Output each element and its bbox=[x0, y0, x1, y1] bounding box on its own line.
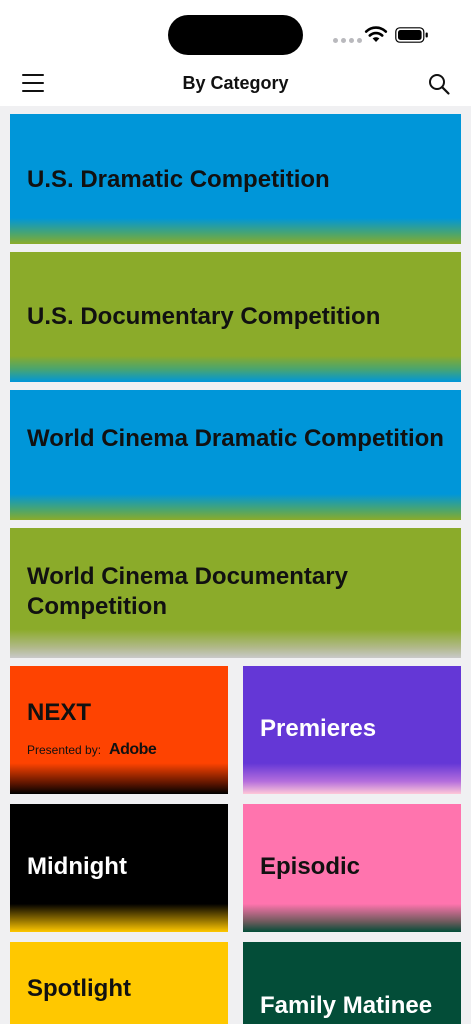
page-title: By Category bbox=[182, 73, 289, 93]
category-label: Midnight bbox=[27, 853, 127, 880]
sponsor-line: Presented by: Adobe bbox=[27, 741, 157, 759]
category-spotlight[interactable]: Spotlight bbox=[10, 942, 228, 1024]
category-label: Family Matinee bbox=[260, 992, 433, 1019]
category-next[interactable]: NEXT Presented by: Adobe bbox=[10, 666, 228, 794]
category-us-dramatic-competition[interactable]: U.S. Dramatic Competition bbox=[10, 114, 461, 244]
category-premieres[interactable]: Premieres bbox=[243, 666, 461, 794]
category-label: U.S. Documentary Competition bbox=[27, 303, 381, 330]
dynamic-island bbox=[168, 15, 303, 55]
category-label: Premieres bbox=[260, 715, 377, 742]
search-icon[interactable] bbox=[427, 72, 451, 96]
category-label: NEXT bbox=[27, 699, 92, 726]
category-label: World Cinema Dramatic Competition bbox=[27, 425, 444, 452]
category-us-documentary-competition[interactable]: U.S. Documentary Competition bbox=[10, 252, 461, 382]
category-midnight[interactable]: Midnight bbox=[10, 804, 228, 932]
category-label: U.S. Dramatic Competition bbox=[27, 166, 330, 193]
category-episodic[interactable]: Episodic bbox=[243, 804, 461, 932]
category-label: World Cinema Documentary Competition bbox=[27, 563, 348, 620]
wifi-icon bbox=[364, 26, 388, 42]
adobe-logo: Adobe bbox=[109, 741, 157, 758]
cellular-signal-icon bbox=[333, 38, 362, 43]
status-bar bbox=[0, 0, 471, 60]
category-world-cinema-documentary-competition[interactable]: World Cinema Documentary Competition bbox=[10, 528, 461, 658]
category-label: Episodic bbox=[260, 853, 361, 880]
category-label: Spotlight bbox=[27, 975, 131, 1002]
category-family-matinee[interactable]: Family Matinee bbox=[243, 942, 461, 1024]
category-world-cinema-dramatic-competition[interactable]: World Cinema Dramatic Competition bbox=[10, 390, 461, 520]
sponsor-text: Presented by: bbox=[27, 743, 102, 757]
battery-icon bbox=[395, 27, 428, 43]
